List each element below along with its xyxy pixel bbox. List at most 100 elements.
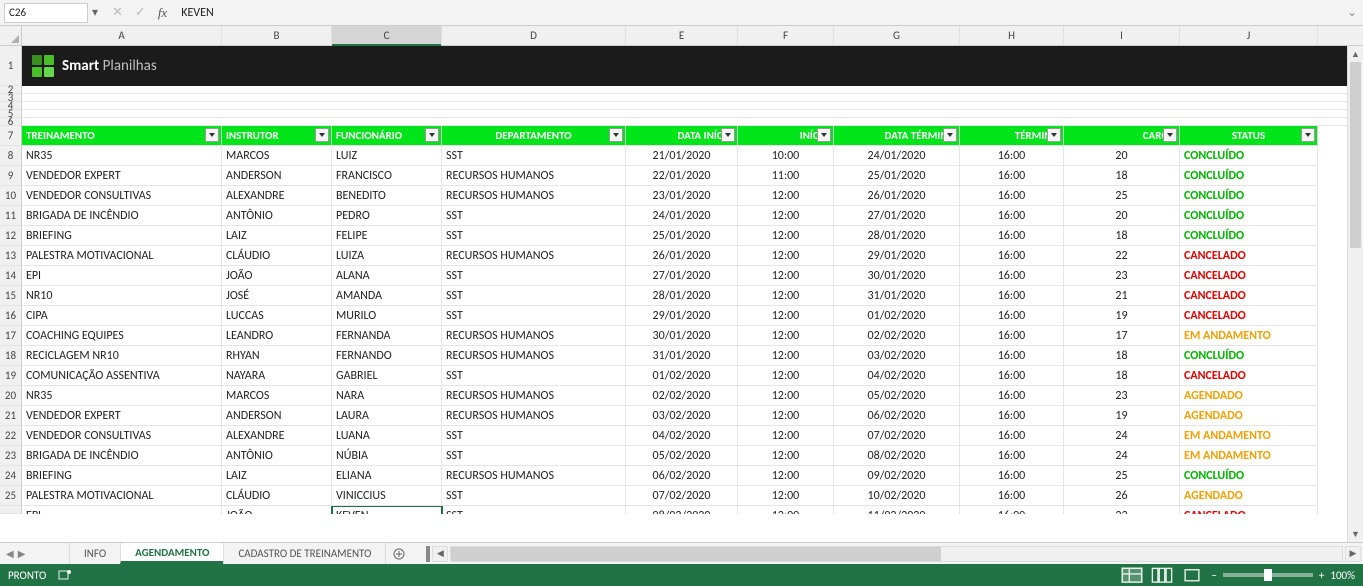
table-cell[interactable]: 16:00	[960, 506, 1064, 514]
table-cell[interactable]: 12:00	[738, 286, 834, 306]
table-cell[interactable]: 21/01/2020	[626, 146, 738, 166]
table-cell[interactable]: COACHING EQUIPES	[22, 326, 222, 346]
scroll-down-icon[interactable]: ▼	[1348, 526, 1363, 542]
table-cell[interactable]: 06/02/2020	[834, 406, 960, 426]
table-cell[interactable]: 27/01/2020	[626, 266, 738, 286]
table-cell[interactable]: RECURSOS HUMANOS	[442, 166, 626, 186]
table-cell[interactable]: 19	[1064, 306, 1180, 326]
table-cell[interactable]: LUIZA	[332, 246, 442, 266]
table-cell[interactable]: 22/01/2020	[626, 166, 738, 186]
table-cell[interactable]: 01/02/2020	[626, 366, 738, 386]
table-cell[interactable]: 23	[1064, 386, 1180, 406]
table-cell[interactable]: 20	[1064, 206, 1180, 226]
table-cell[interactable]: BENEDITO	[332, 186, 442, 206]
table-cell[interactable]: CONCLUÍDO	[1180, 186, 1318, 206]
table-cell[interactable]: 25	[1064, 186, 1180, 206]
cancel-icon[interactable]: ✕	[112, 5, 123, 20]
table-cell[interactable]: 18	[1064, 226, 1180, 246]
vertical-scrollbar[interactable]: ▲ ▼	[1347, 46, 1363, 542]
table-cell[interactable]: LAIZ	[222, 466, 332, 486]
row-header[interactable]: 9	[0, 166, 22, 186]
table-cell[interactable]: 04/02/2020	[834, 366, 960, 386]
table-cell[interactable]: ELIANA	[332, 466, 442, 486]
table-cell[interactable]: SST	[442, 206, 626, 226]
new-sheet-button[interactable]	[386, 543, 412, 564]
v-scroll-thumb[interactable]	[1350, 62, 1361, 248]
table-cell[interactable]: 31/01/2020	[834, 286, 960, 306]
table-cell[interactable]: EPI	[22, 506, 222, 514]
table-cell[interactable]: ALEXANDRE	[222, 186, 332, 206]
table-cell[interactable]: CONCLUÍDO	[1180, 226, 1318, 246]
table-cell[interactable]: VENDEDOR CONSULTIVAS	[22, 426, 222, 446]
table-cell[interactable]: 25/01/2020	[834, 166, 960, 186]
table-cell[interactable]: 24/01/2020	[626, 206, 738, 226]
table-cell[interactable]: ANDERSON	[222, 166, 332, 186]
table-cell[interactable]: CANCELADO	[1180, 246, 1318, 266]
grid-area[interactable]: 1Smart Planilhas234567TREINAMENTOINSTRUT…	[0, 46, 1347, 542]
zoom-control[interactable]: − + 100%	[1211, 569, 1355, 582]
table-cell[interactable]: RECICLAGEM NR10	[22, 346, 222, 366]
row-header[interactable]: 12	[0, 226, 22, 246]
row-header[interactable]: 22	[0, 426, 22, 446]
table-cell[interactable]: CONCLUÍDO	[1180, 466, 1318, 486]
table-cell[interactable]: 12:00	[738, 426, 834, 446]
table-cell[interactable]: RECURSOS HUMANOS	[442, 326, 626, 346]
table-cell[interactable]: CONCLUÍDO	[1180, 146, 1318, 166]
row-header[interactable]: 11	[0, 206, 22, 226]
table-cell[interactable]: 03/02/2020	[834, 346, 960, 366]
table-cell[interactable]: 12:00	[738, 486, 834, 506]
table-cell[interactable]: 18	[1064, 366, 1180, 386]
table-cell[interactable]: 16:00	[960, 406, 1064, 426]
table-header[interactable]: DATA INÍCIO	[626, 126, 738, 146]
filter-dropdown-icon[interactable]	[205, 128, 219, 142]
table-cell[interactable]: 23	[1064, 506, 1180, 514]
sheet-tab[interactable]: AGENDAMENTO	[120, 543, 224, 564]
view-page-break-icon[interactable]	[1181, 567, 1203, 583]
table-cell[interactable]: EM ANDAMENTO	[1180, 326, 1318, 346]
zoom-in-icon[interactable]: +	[1319, 569, 1324, 582]
table-cell[interactable]: 12:00	[738, 406, 834, 426]
table-cell[interactable]: NARA	[332, 386, 442, 406]
table-cell[interactable]: BRIEFING	[22, 466, 222, 486]
col-B[interactable]: B	[222, 26, 332, 45]
table-header[interactable]: INÍCIO	[738, 126, 834, 146]
table-cell[interactable]: ALANA	[332, 266, 442, 286]
table-header[interactable]: TREINAMENTO	[22, 126, 222, 146]
table-cell[interactable]: 30/01/2020	[834, 266, 960, 286]
table-cell[interactable]: 16:00	[960, 426, 1064, 446]
filter-dropdown-icon[interactable]	[817, 128, 831, 142]
table-cell[interactable]: FERNANDA	[332, 326, 442, 346]
filter-dropdown-icon[interactable]	[943, 128, 957, 142]
table-header[interactable]: INSTRUTOR	[222, 126, 332, 146]
table-cell[interactable]: CONCLUÍDO	[1180, 346, 1318, 366]
table-cell[interactable]: 05/02/2020	[834, 386, 960, 406]
table-cell[interactable]: 28/01/2020	[626, 286, 738, 306]
table-cell[interactable]: AGENDADO	[1180, 386, 1318, 406]
filter-dropdown-icon[interactable]	[609, 128, 623, 142]
table-cell[interactable]: 02/02/2020	[834, 326, 960, 346]
col-A[interactable]: A	[22, 26, 222, 45]
table-cell[interactable]: BRIEFING	[22, 226, 222, 246]
table-cell[interactable]: FELIPE	[332, 226, 442, 246]
table-cell[interactable]: 25	[1064, 466, 1180, 486]
table-cell[interactable]: 11/02/2020	[834, 506, 960, 514]
horizontal-scrollbar[interactable]: ◀ ▶	[424, 543, 1363, 564]
table-cell[interactable]: 26	[1064, 486, 1180, 506]
table-cell[interactable]: RHYAN	[222, 346, 332, 366]
table-cell[interactable]: 16:00	[960, 226, 1064, 246]
table-cell[interactable]: 21	[1064, 286, 1180, 306]
table-cell[interactable]: 07/02/2020	[626, 486, 738, 506]
table-cell[interactable]: SST	[442, 306, 626, 326]
enter-icon[interactable]: ✓	[135, 5, 146, 20]
table-cell[interactable]: PEDRO	[332, 206, 442, 226]
table-cell[interactable]: 23	[1064, 266, 1180, 286]
hscroll-left-icon[interactable]: ◀	[432, 546, 448, 562]
table-cell[interactable]: 12:00	[738, 466, 834, 486]
table-cell[interactable]: 12:00	[738, 246, 834, 266]
table-header[interactable]: FUNCIONÁRIO	[332, 126, 442, 146]
row-header[interactable]: 8	[0, 146, 22, 166]
table-cell[interactable]: JOÃO	[222, 506, 332, 514]
select-all-corner[interactable]	[0, 26, 22, 45]
table-cell[interactable]: KEVEN	[332, 506, 442, 514]
table-cell[interactable]: NAYARA	[222, 366, 332, 386]
